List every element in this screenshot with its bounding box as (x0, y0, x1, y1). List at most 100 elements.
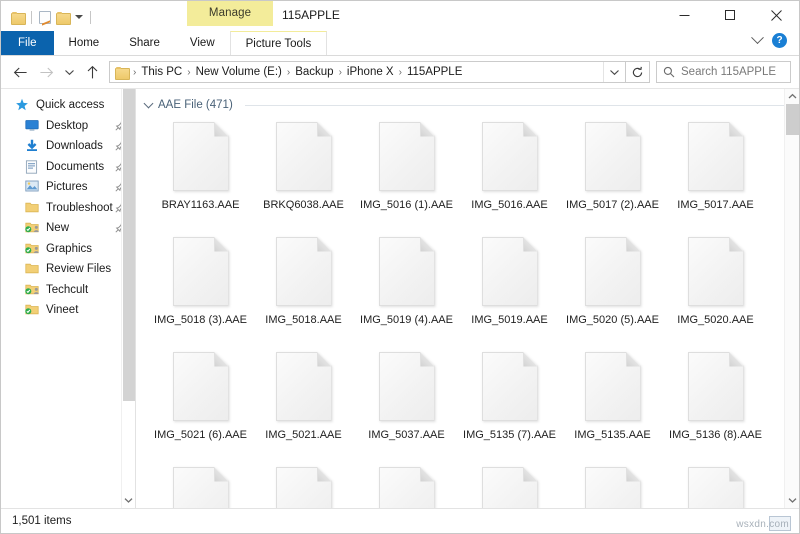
up-button[interactable] (79, 59, 105, 85)
address-dropdown-button[interactable] (603, 62, 625, 82)
ribbon-tab-bar: File Home Share View Picture Tools ? (1, 31, 799, 56)
maximize-button[interactable] (707, 1, 753, 30)
aae-file-icon (481, 352, 538, 421)
window-controls (661, 1, 799, 30)
address-bar: › This PC › New Volume (E:) › Backup › i… (1, 56, 799, 88)
file-item[interactable]: IMG_5016.AAE (458, 113, 561, 228)
breadcrumb-item-115apple[interactable]: 115APPLE (403, 66, 466, 78)
file-item[interactable]: IMG_5018 (3).AAE (149, 228, 252, 343)
synced-folder-icon (25, 303, 40, 317)
file-item[interactable] (149, 458, 252, 508)
downloads-icon (25, 139, 40, 153)
sidebar-item-techcult[interactable]: Techcult (1, 280, 135, 301)
close-button[interactable] (753, 1, 799, 30)
sidebar-item-desktop[interactable]: Desktop (1, 116, 135, 137)
scroll-up-icon[interactable] (785, 89, 799, 104)
scroll-down-icon[interactable] (785, 493, 799, 508)
sidebar-item-quick-access[interactable]: Quick access (1, 95, 135, 116)
sidebar-item-label: Troubleshoot (46, 201, 113, 214)
tab-share[interactable]: Share (114, 31, 175, 55)
sidebar-item-downloads[interactable]: Downloads (1, 136, 135, 157)
file-item[interactable] (561, 458, 664, 508)
tab-picture-tools[interactable]: Picture Tools (229, 31, 328, 55)
sidebar-item-label: Vineet (46, 304, 79, 317)
file-item[interactable]: IMG_5017.AAE (664, 113, 767, 228)
file-item[interactable]: IMG_5016 (1).AAE (355, 113, 458, 228)
tab-home[interactable]: Home (54, 31, 115, 55)
sidebar-scrollbar[interactable] (121, 89, 135, 508)
sidebar-item-label: New (46, 222, 70, 235)
breadcrumb-item-this-pc[interactable]: This PC (137, 66, 186, 78)
content-scrollbar[interactable] (784, 89, 799, 508)
address-path-bar[interactable]: › This PC › New Volume (E:) › Backup › i… (109, 61, 626, 83)
file-list-view[interactable]: AAE File (471) BRAY1163.AAE BRKQ6038.AAE… (136, 89, 799, 508)
file-name: IMG_5021 (6).AAE (154, 429, 247, 441)
aae-file-icon (687, 467, 744, 508)
file-name: IMG_5016 (1).AAE (360, 199, 453, 211)
properties-icon[interactable] (39, 10, 51, 24)
file-item[interactable]: IMG_5037.AAE (355, 343, 458, 458)
pictures-icon (25, 180, 40, 194)
file-name: IMG_5135.AAE (574, 429, 651, 441)
folder-icon[interactable] (11, 11, 26, 25)
file-item[interactable]: IMG_5018.AAE (252, 228, 355, 343)
forward-button[interactable] (33, 59, 59, 85)
file-item[interactable]: IMG_5020.AAE (664, 228, 767, 343)
search-icon (663, 66, 675, 78)
refresh-button[interactable] (626, 61, 650, 83)
file-item[interactable]: IMG_5021.AAE (252, 343, 355, 458)
file-item[interactable]: IMG_5020 (5).AAE (561, 228, 664, 343)
back-button[interactable] (7, 59, 33, 85)
file-item[interactable]: IMG_5135 (7).AAE (458, 343, 561, 458)
help-icon[interactable]: ? (772, 33, 787, 48)
group-header[interactable]: AAE File (471) (136, 89, 799, 113)
sidebar-item-graphics[interactable]: Graphics (1, 239, 135, 260)
chevron-down-icon[interactable] (751, 31, 764, 45)
breadcrumb-item-new-volume[interactable]: New Volume (E:) (192, 66, 286, 78)
file-item[interactable]: IMG_5021 (6).AAE (149, 343, 252, 458)
sidebar-item-vineet[interactable]: Vineet (1, 300, 135, 321)
tab-file[interactable]: File (1, 31, 54, 55)
documents-icon (25, 160, 40, 174)
sidebar-item-review-files[interactable]: Review Files (1, 259, 135, 280)
title-bar: Manage 115APPLE (1, 1, 799, 31)
file-item[interactable] (252, 458, 355, 508)
window-title: 115APPLE (282, 8, 340, 22)
new-folder-icon[interactable] (56, 11, 71, 25)
search-input[interactable]: Search 115APPLE (656, 61, 791, 83)
file-item[interactable] (664, 458, 767, 508)
minimize-button[interactable] (661, 1, 707, 30)
aae-file-icon (481, 467, 538, 508)
group-header-rule (244, 104, 785, 106)
file-name: IMG_5019 (4).AAE (360, 314, 453, 326)
sidebar-scrollbar-thumb[interactable] (123, 89, 135, 401)
sidebar-item-new[interactable]: New (1, 218, 135, 239)
file-item[interactable]: IMG_5019.AAE (458, 228, 561, 343)
breadcrumb-item-backup[interactable]: Backup (291, 66, 337, 78)
chevron-down-icon[interactable] (75, 15, 83, 19)
folder-icon (25, 201, 40, 215)
scroll-down-icon[interactable] (122, 494, 135, 506)
aae-file-icon (275, 467, 332, 508)
chevron-down-icon[interactable] (143, 98, 154, 109)
sidebar-item-pictures[interactable]: Pictures (1, 177, 135, 198)
content-scrollbar-thumb[interactable] (786, 104, 799, 135)
file-item[interactable]: IMG_5135.AAE (561, 343, 664, 458)
file-item[interactable]: IMG_5019 (4).AAE (355, 228, 458, 343)
recent-locations-button[interactable] (59, 59, 79, 85)
file-item[interactable]: BRAY1163.AAE (149, 113, 252, 228)
aae-file-icon (172, 237, 229, 306)
file-item[interactable]: IMG_5017 (2).AAE (561, 113, 664, 228)
sidebar-item-label: Graphics (46, 242, 93, 255)
aae-file-icon (378, 122, 435, 191)
file-item[interactable] (458, 458, 561, 508)
file-name: IMG_5135 (7).AAE (463, 429, 556, 441)
aae-file-icon (378, 352, 435, 421)
file-item[interactable]: IMG_5136 (8).AAE (664, 343, 767, 458)
sidebar-item-troubleshoot[interactable]: Troubleshoot (1, 198, 135, 219)
file-item[interactable]: BRKQ6038.AAE (252, 113, 355, 228)
sidebar-item-documents[interactable]: Documents (1, 157, 135, 178)
tab-view[interactable]: View (175, 31, 230, 55)
breadcrumb-item-iphone-x[interactable]: iPhone X (343, 66, 398, 78)
file-item[interactable] (355, 458, 458, 508)
